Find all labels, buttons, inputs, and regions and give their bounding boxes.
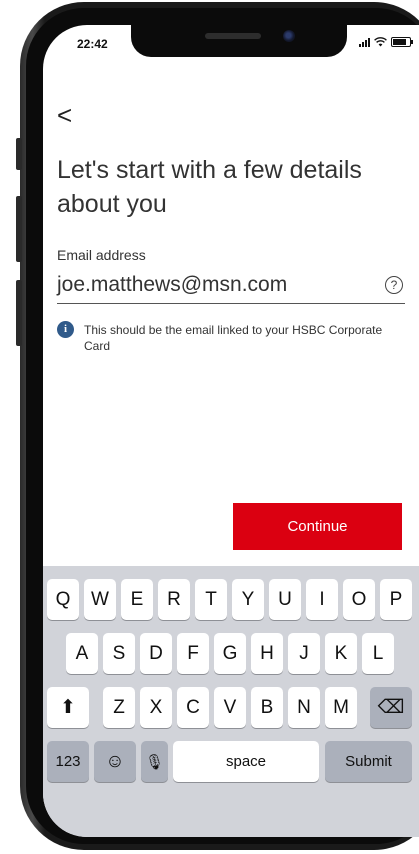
key-h[interactable]: H (251, 633, 283, 674)
key-j[interactable]: J (288, 633, 320, 674)
key-l[interactable]: L (362, 633, 394, 674)
continue-button[interactable]: Continue (233, 503, 402, 550)
microphone-key[interactable]: 🎙 (141, 741, 168, 782)
space-key[interactable]: space (173, 741, 319, 782)
front-camera (283, 30, 295, 42)
phone-screen: 22:42 < Let's start with a few details a… (43, 25, 419, 837)
key-u[interactable]: U (269, 579, 301, 620)
home-indicator-area (43, 784, 419, 837)
backspace-key[interactable]: ⌫ (370, 687, 412, 728)
volume-down-button (16, 280, 22, 346)
page-title: Let's start with a few details about you (57, 156, 362, 218)
key-x[interactable]: X (140, 687, 172, 728)
key-v[interactable]: V (214, 687, 246, 728)
keyboard: Q W E R T Y U I O P A S D F G H J K L ⬆ … (43, 566, 419, 784)
key-w[interactable]: W (84, 579, 116, 620)
key-g[interactable]: G (214, 633, 246, 674)
info-icon: i (57, 321, 74, 338)
speaker-grille (205, 33, 261, 39)
key-s[interactable]: S (103, 633, 135, 674)
shift-key[interactable]: ⬆ (47, 687, 89, 728)
status-time: 22:42 (77, 37, 108, 51)
key-k[interactable]: K (325, 633, 357, 674)
status-icons (359, 37, 413, 47)
key-c[interactable]: C (177, 687, 209, 728)
info-text: This should be the email linked to your … (84, 323, 383, 353)
key-z[interactable]: Z (103, 687, 135, 728)
help-icon[interactable]: ? (385, 276, 403, 294)
notch (131, 25, 347, 57)
wifi-icon (374, 37, 387, 47)
key-t[interactable]: T (195, 579, 227, 620)
emoji-key[interactable]: ☺ (94, 741, 136, 782)
key-a[interactable]: A (66, 633, 98, 674)
battery-icon (391, 37, 413, 47)
info-message: i This should be the email linked to you… (57, 321, 407, 354)
key-r[interactable]: R (158, 579, 190, 620)
key-o[interactable]: O (343, 579, 375, 620)
email-label: Email address (57, 247, 146, 263)
key-e[interactable]: E (121, 579, 153, 620)
key-b[interactable]: B (251, 687, 283, 728)
email-field[interactable]: joe.matthews@msn.com ? (57, 268, 405, 304)
back-button[interactable]: < (57, 102, 77, 128)
submit-key[interactable]: Submit (325, 741, 412, 782)
silent-switch (16, 138, 22, 170)
email-value[interactable]: joe.matthews@msn.com (57, 273, 287, 297)
key-i[interactable]: I (306, 579, 338, 620)
signal-icon (359, 37, 370, 47)
numbers-key[interactable]: 123 (47, 741, 89, 782)
key-n[interactable]: N (288, 687, 320, 728)
key-m[interactable]: M (325, 687, 357, 728)
key-p[interactable]: P (380, 579, 412, 620)
volume-up-button (16, 196, 22, 262)
key-d[interactable]: D (140, 633, 172, 674)
key-q[interactable]: Q (47, 579, 79, 620)
key-f[interactable]: F (177, 633, 209, 674)
key-y[interactable]: Y (232, 579, 264, 620)
